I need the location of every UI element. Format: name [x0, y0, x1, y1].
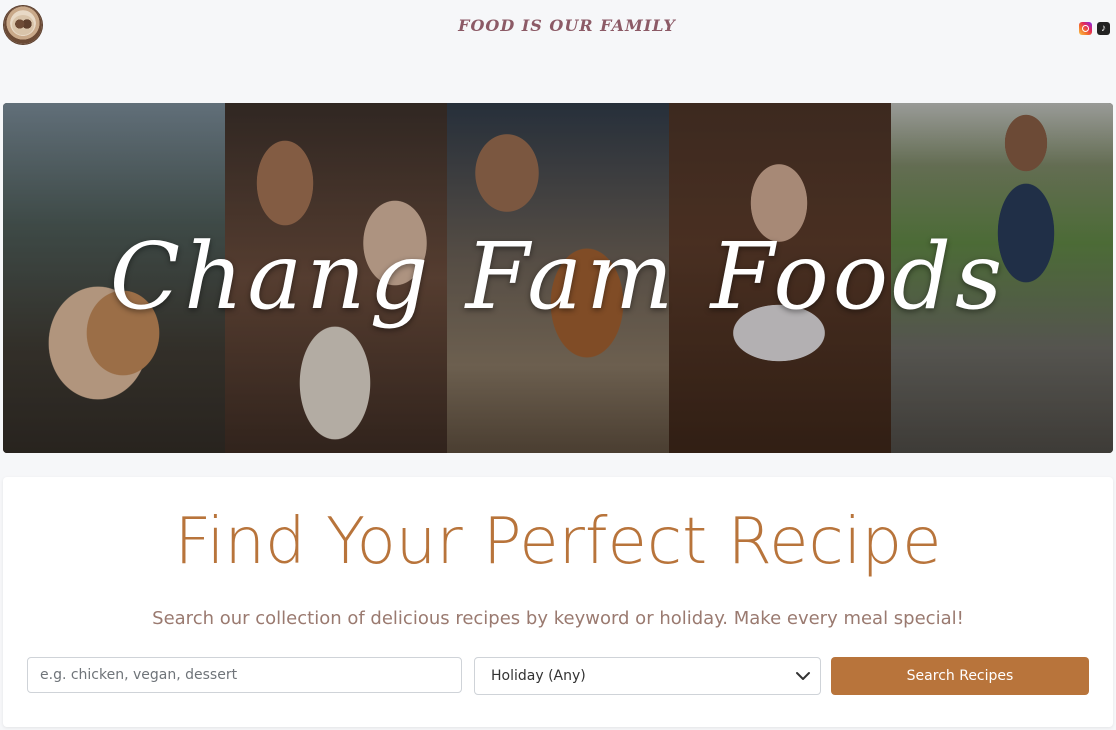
search-heading: Find Your Perfect Recipe [174, 505, 942, 579]
tiktok-icon[interactable]: ♪ [1097, 22, 1110, 35]
search-subtitle: Search our collection of delicious recip… [152, 608, 964, 629]
site-tagline: FOOD IS OUR FAMILY [458, 16, 676, 35]
keyword-search-input[interactable] [27, 657, 462, 693]
instagram-icon[interactable] [1079, 22, 1092, 35]
hero-title: Chang Fam Foods [109, 223, 1007, 330]
holiday-select[interactable]: Holiday (Any) [474, 657, 821, 695]
hero-banner: Chang Fam Foods [3, 103, 1113, 453]
search-recipes-button[interactable]: Search Recipes [831, 657, 1089, 695]
top-bar: FOOD IS OUR FAMILY ♪ [0, 0, 1116, 60]
holiday-selected-value: Holiday (Any) [491, 668, 586, 684]
recipe-search-card: Find Your Perfect Recipe Search our coll… [3, 477, 1113, 727]
chevron-down-icon [796, 672, 810, 680]
